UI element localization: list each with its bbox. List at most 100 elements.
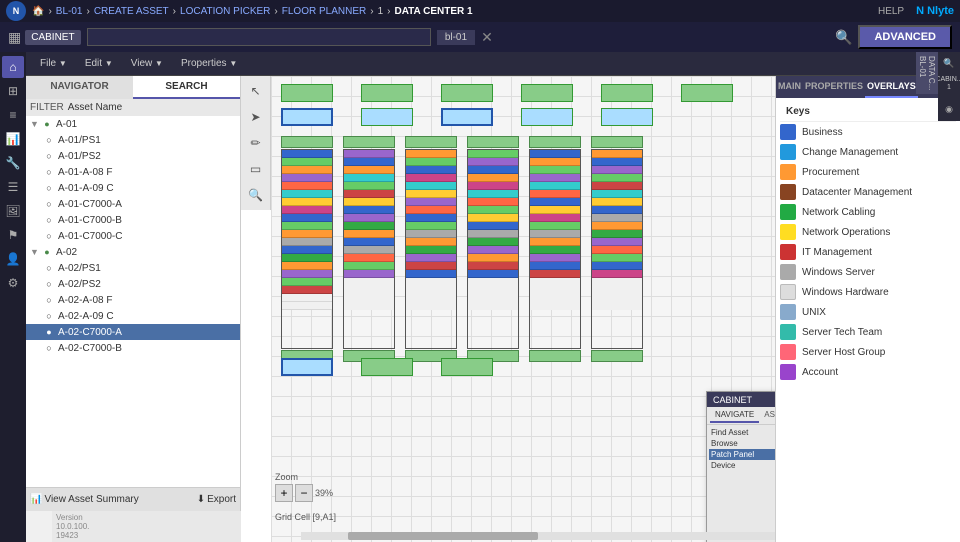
cabinet-indicator[interactable] bbox=[601, 84, 653, 102]
tree-item-a01ps1[interactable]: ○ A-01/PS1 bbox=[26, 132, 240, 148]
overlay-change-management[interactable]: Change Management bbox=[780, 142, 956, 162]
tree-item-a02c7000b[interactable]: ○ A-02-C7000-B bbox=[26, 340, 240, 356]
popup-list-item[interactable]: Device bbox=[709, 460, 775, 471]
rp-tab-properties[interactable]: PROPERTIES bbox=[803, 76, 865, 98]
breadcrumb-create-asset[interactable]: CREATE ASSET bbox=[94, 6, 169, 17]
horizontal-scrollbar[interactable] bbox=[301, 532, 775, 540]
tree-item-a01c7000c[interactable]: ○ A-01-C7000-C bbox=[26, 228, 240, 244]
sidebar-icon-chart[interactable]: 📊 bbox=[2, 128, 24, 150]
file-menu[interactable]: File ▼ bbox=[32, 56, 75, 71]
cabinet-2[interactable] bbox=[343, 136, 395, 362]
sidebar-icon-settings[interactable]: ⚙ bbox=[2, 272, 24, 294]
cabinet-indicator[interactable] bbox=[361, 84, 413, 102]
cabinet-indicator[interactable] bbox=[681, 84, 733, 102]
tree-item-a01[interactable]: ▼ ● A-01 bbox=[26, 116, 240, 132]
overlay-server-tech[interactable]: Server Tech Team bbox=[780, 322, 956, 342]
rp-tab-overlays[interactable]: OVERLAYS bbox=[865, 76, 918, 98]
breadcrumb-bl01[interactable]: BL-01 bbox=[56, 6, 83, 17]
tree-item-a01a09c[interactable]: ○ A-01-A-09 C bbox=[26, 180, 240, 196]
advanced-button[interactable]: ADVANCED bbox=[858, 25, 952, 49]
cabinet-side-search-icon[interactable]: 🔍 bbox=[940, 54, 958, 72]
cabinet-4[interactable] bbox=[467, 136, 519, 362]
cabinet-indicator[interactable] bbox=[441, 84, 493, 102]
tree-item-a01c7000b[interactable]: ○ A-01-C7000-B bbox=[26, 212, 240, 228]
breadcrumb-location-picker[interactable]: LOCATION PICKER bbox=[180, 6, 270, 17]
cab-bot-indicator[interactable] bbox=[441, 358, 493, 376]
cabinet-6[interactable] bbox=[591, 136, 643, 362]
tree-item-a02ps1[interactable]: ○ A-02/PS1 bbox=[26, 260, 240, 276]
cabinet-3[interactable] bbox=[405, 136, 457, 362]
draw-tool[interactable]: ✏ bbox=[245, 132, 267, 154]
tree-item-a02a08f[interactable]: ○ A-02-A-08 F bbox=[26, 292, 240, 308]
overlay-it-mgmt[interactable]: IT Management bbox=[780, 242, 956, 262]
cabinet-indicator[interactable] bbox=[521, 108, 573, 126]
help-button[interactable]: HELP bbox=[878, 6, 904, 17]
sidebar-icon-grid[interactable]: ⊞ bbox=[2, 80, 24, 102]
overlay-datacenter-mgmt[interactable]: Datacenter Management bbox=[780, 182, 956, 202]
cabinet-indicator[interactable] bbox=[281, 84, 333, 102]
tree-label: A-02-A-08 F bbox=[58, 295, 112, 306]
sidebar-icon-layers[interactable]: ≡ bbox=[2, 104, 24, 126]
sidebar-icon-home[interactable]: ⌂ bbox=[2, 56, 24, 78]
view-asset-summary-button[interactable]: 📊 View Asset Summary bbox=[30, 494, 139, 505]
overlay-label-nc: Network Cabling bbox=[802, 207, 875, 218]
cabinet-indicator[interactable] bbox=[361, 108, 413, 126]
search-input[interactable] bbox=[87, 28, 431, 46]
properties-menu[interactable]: Properties ▼ bbox=[173, 56, 245, 71]
tree-item-a02c7000a[interactable]: ● A-02-C7000-A bbox=[26, 324, 240, 340]
overlay-windows-server[interactable]: Windows Server bbox=[780, 262, 956, 282]
sidebar-icon-image[interactable]: 🖼 bbox=[2, 200, 24, 222]
overlay-swatch-st bbox=[780, 324, 796, 340]
overlay-network-ops[interactable]: Network Operations bbox=[780, 222, 956, 242]
sidebar-icon-list[interactable]: ☰ bbox=[2, 176, 24, 198]
popup-tab-navigate[interactable]: NAVIGATE bbox=[710, 408, 759, 423]
overlay-account[interactable]: Account bbox=[780, 362, 956, 382]
popup-list-item-selected[interactable]: Patch Panel bbox=[709, 449, 775, 460]
popup-list-item[interactable]: Browse bbox=[709, 438, 775, 449]
popup-tab-assets[interactable]: ASSETS bbox=[759, 408, 775, 423]
cabinet-5[interactable] bbox=[529, 136, 581, 362]
overlay-business[interactable]: Business bbox=[780, 122, 956, 142]
sidebar-icon-tools[interactable]: 🔧 bbox=[2, 152, 24, 174]
select-tool[interactable]: ↖ bbox=[245, 80, 267, 102]
scroll-thumb[interactable] bbox=[348, 532, 538, 540]
breadcrumb-datacenter[interactable]: DATA CENTER 1 bbox=[394, 6, 472, 17]
overlay-server-host[interactable]: Server Host Group bbox=[780, 342, 956, 362]
overlay-procurement[interactable]: Procurement bbox=[780, 162, 956, 182]
zoom-in-button[interactable]: + bbox=[275, 484, 293, 502]
edit-menu[interactable]: Edit ▼ bbox=[77, 56, 121, 71]
cabinet-indicator[interactable] bbox=[601, 108, 653, 126]
cabinet-indicator-selected[interactable] bbox=[441, 108, 493, 126]
sidebar-icon-person[interactable]: 👤 bbox=[2, 248, 24, 270]
datacenter-tab[interactable]: DATA C...BL-01 bbox=[916, 52, 938, 94]
rp-tab-main[interactable]: MAIN bbox=[776, 76, 803, 98]
arrow-tool[interactable]: ➤ bbox=[245, 106, 267, 128]
search-icon[interactable]: 🔍 bbox=[835, 29, 852, 46]
popup-list-item[interactable]: Find Asset bbox=[709, 427, 775, 438]
tree-item-a02ps2[interactable]: ○ A-02/PS2 bbox=[26, 276, 240, 292]
cabinet-1[interactable] bbox=[281, 136, 333, 362]
cabinet-side-icon-2[interactable]: ◉ bbox=[940, 101, 958, 119]
tree-item-a02[interactable]: ▼ ● A-02 bbox=[26, 244, 240, 260]
overlay-windows-hw[interactable]: Windows Hardware bbox=[780, 282, 956, 302]
zoom-out-button[interactable]: − bbox=[295, 484, 313, 502]
cabinet-indicator-selected[interactable] bbox=[281, 108, 333, 126]
overlay-network-cabling[interactable]: Network Cabling bbox=[780, 202, 956, 222]
cab-bot-indicator[interactable] bbox=[361, 358, 413, 376]
cab-bot-indicator-sel[interactable] bbox=[281, 358, 333, 376]
tab-search[interactable]: SEARCH bbox=[133, 76, 240, 99]
overlay-unix[interactable]: UNIX bbox=[780, 302, 956, 322]
cabinet-indicator[interactable] bbox=[521, 84, 573, 102]
breadcrumb-floor-planner[interactable]: FLOOR PLANNER bbox=[282, 6, 366, 17]
tree-item-a01c7000a[interactable]: ○ A-01-C7000-A bbox=[26, 196, 240, 212]
tree-item-a01a08f[interactable]: ○ A-01-A-08 F bbox=[26, 164, 240, 180]
tree-item-a01ps2[interactable]: ○ A-01/PS2 bbox=[26, 148, 240, 164]
clear-search-icon[interactable]: ✕ bbox=[481, 29, 493, 46]
zoom-in-tool[interactable]: 🔍 bbox=[245, 184, 267, 206]
view-menu[interactable]: View ▼ bbox=[123, 56, 171, 71]
sidebar-icon-flag[interactable]: ⚑ bbox=[2, 224, 24, 246]
export-button[interactable]: ⬇ Export bbox=[197, 494, 236, 505]
tab-navigator[interactable]: NAVIGATOR bbox=[26, 76, 133, 99]
tree-item-a02a09c[interactable]: ○ A-02-A-09 C bbox=[26, 308, 240, 324]
rect-tool[interactable]: ▭ bbox=[245, 158, 267, 180]
